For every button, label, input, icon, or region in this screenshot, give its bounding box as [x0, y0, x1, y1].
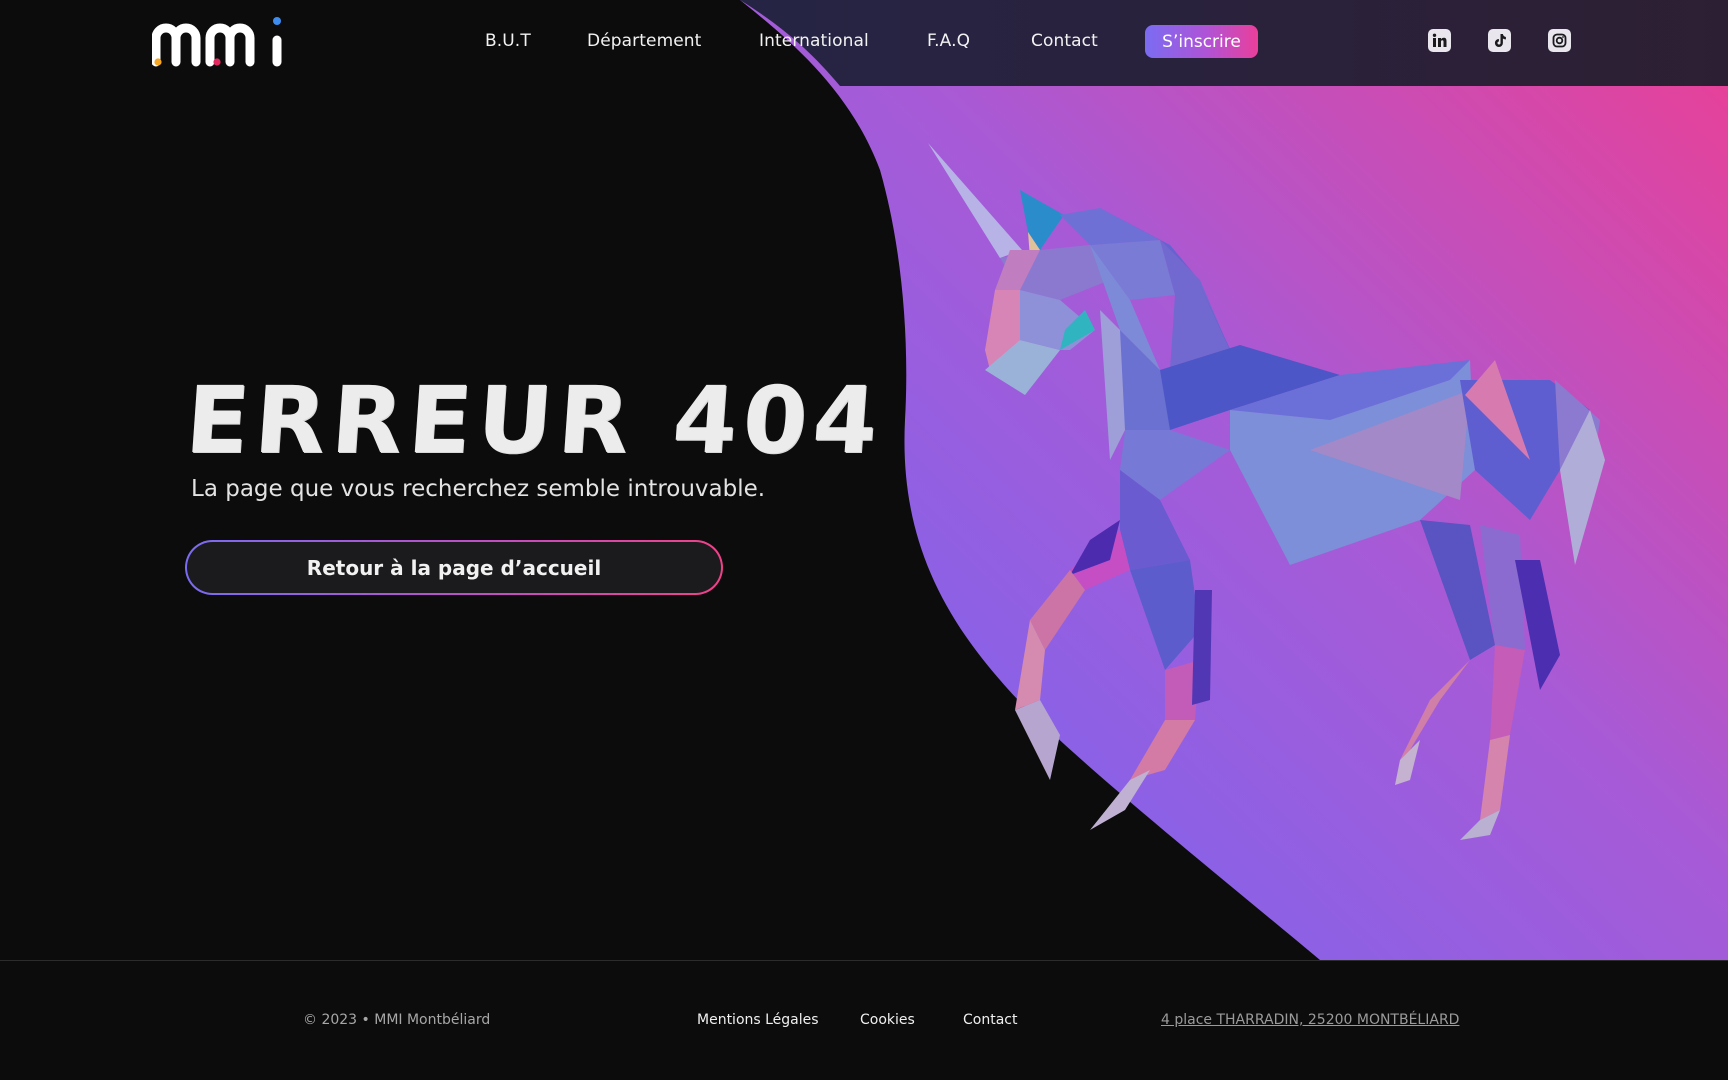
- site-header: mmi B.U.T Département International F.A.…: [0, 0, 1728, 86]
- linkedin-icon[interactable]: [1428, 29, 1451, 52]
- tiktok-icon[interactable]: [1488, 29, 1511, 52]
- footer-link-contact[interactable]: Contact: [963, 1012, 1017, 1028]
- back-home-label: Retour à la page d’accueil: [187, 542, 721, 593]
- error-title: ERREUR 404: [182, 367, 887, 474]
- nav-item-faq[interactable]: F.A.Q: [927, 31, 970, 51]
- nav-item-contact[interactable]: Contact: [1031, 31, 1098, 51]
- error-subtitle: La page que vous recherchez semble intro…: [191, 476, 766, 502]
- footer-address-link[interactable]: 4 place THARRADIN, 25200 MONTBÉLIARD: [1161, 1012, 1459, 1028]
- signup-button[interactable]: S’inscrire: [1145, 25, 1258, 58]
- instagram-icon[interactable]: [1548, 29, 1571, 52]
- main-nav: B.U.T Département International F.A.Q Co…: [0, 0, 1728, 86]
- site-footer: © 2023 • MMI Montbéliard Mentions Légale…: [0, 960, 1728, 1080]
- footer-link-mentions-legales[interactable]: Mentions Légales: [697, 1012, 819, 1028]
- nav-item-but[interactable]: B.U.T: [485, 31, 531, 51]
- nav-item-departement[interactable]: Département: [587, 31, 701, 51]
- back-home-button[interactable]: Retour à la page d’accueil: [185, 540, 723, 595]
- footer-link-cookies[interactable]: Cookies: [860, 1012, 915, 1028]
- footer-copyright: © 2023 • MMI Montbéliard: [303, 1012, 491, 1028]
- nav-item-international[interactable]: International: [759, 31, 869, 51]
